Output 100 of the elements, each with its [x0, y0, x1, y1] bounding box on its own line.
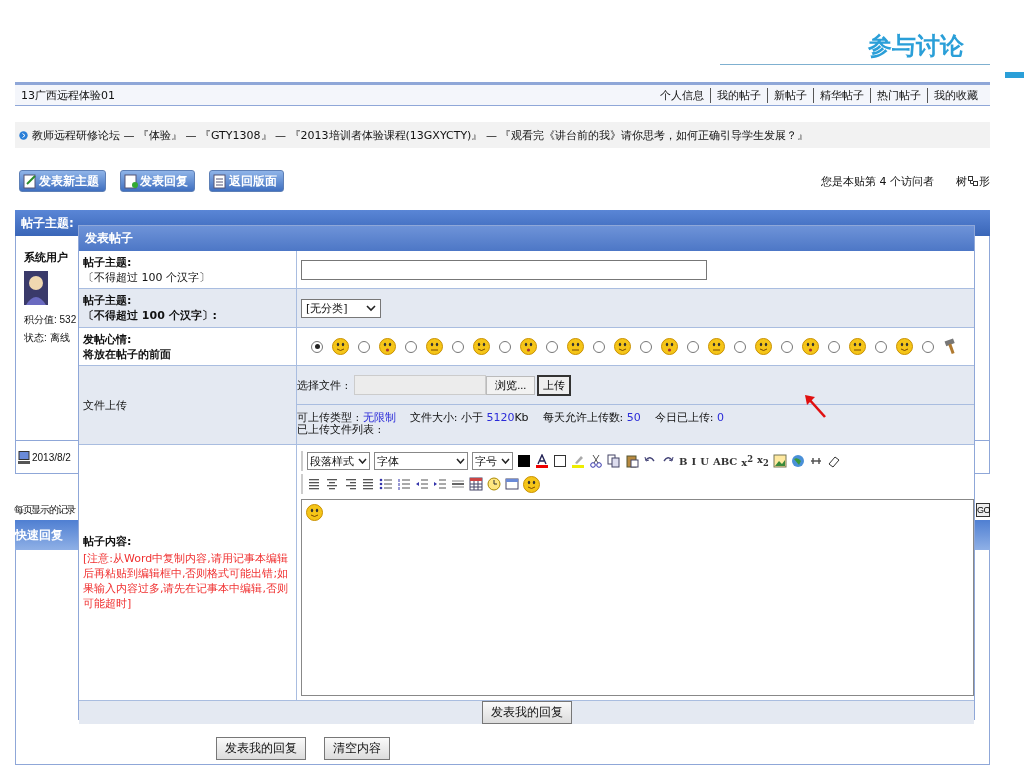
scissors-icon[interactable]	[589, 454, 603, 468]
format-button[interactable]: B	[679, 455, 688, 467]
view-mode-label: 树	[956, 173, 967, 189]
emoticon-icon	[567, 338, 584, 355]
upload-info: 每天允许上传数: 50	[542, 412, 641, 424]
dialog-title: 发表帖子	[85, 230, 133, 247]
emoticon-icon	[896, 338, 913, 355]
slide-decoration	[1005, 72, 1024, 78]
radio-button[interactable]	[499, 340, 511, 353]
file-label: 选择文件 :	[297, 377, 349, 393]
background-color-icon[interactable]	[553, 454, 567, 468]
horizontal-rule-icon[interactable]	[451, 477, 465, 491]
upload-button[interactable]: 上传	[537, 374, 572, 396]
format-button[interactable]: x$_{2}$	[757, 454, 769, 468]
document-icon	[124, 173, 138, 189]
radio-button[interactable]	[546, 340, 558, 353]
toolbar-select[interactable]: 字号	[472, 452, 513, 470]
bulleted-list-icon[interactable]	[379, 477, 393, 491]
nav-link[interactable]: 我的收藏	[927, 87, 984, 103]
color-swatch-icon[interactable]	[517, 454, 531, 468]
slide-title: 参与讨论	[868, 31, 964, 62]
reply-button[interactable]: 清空内容	[324, 737, 390, 760]
user-points: 积分值: 532	[24, 313, 77, 327]
radio-button[interactable]	[452, 340, 464, 353]
document-icon	[23, 173, 37, 189]
format-button[interactable]: I	[691, 455, 697, 467]
window-icon[interactable]	[505, 477, 519, 491]
author-name: 系统用户	[24, 250, 68, 265]
table-icon[interactable]	[469, 477, 483, 491]
view-mode-label: 形	[979, 173, 990, 189]
chevron-down-icon	[456, 458, 465, 464]
align-justify-icon[interactable]	[361, 477, 375, 491]
align-right-icon[interactable]	[343, 477, 357, 491]
emoticon-icon	[473, 338, 490, 355]
radio-button[interactable]	[922, 340, 934, 353]
subject-input[interactable]	[301, 259, 707, 280]
document-icon	[213, 173, 227, 189]
emoticon-icon	[520, 338, 537, 355]
emoticon-icon	[306, 504, 323, 521]
text-color-icon[interactable]	[535, 454, 549, 468]
copy-icon[interactable]	[607, 454, 621, 468]
emoticon-icon	[849, 338, 866, 355]
globe-icon[interactable]	[790, 454, 805, 468]
emoticon-icon	[379, 338, 396, 355]
radio-button[interactable]	[875, 340, 887, 353]
field-label: 帖子主题:	[83, 254, 133, 270]
paste-icon[interactable]	[625, 454, 639, 468]
emoticon-icon	[708, 338, 725, 355]
user-status: 状态: 离线	[24, 331, 70, 345]
upload-info: 今日已上传: 0	[654, 412, 724, 424]
upload-info: 文件大小: 小于 5120Kb	[409, 412, 529, 424]
chevron-down-icon	[358, 458, 367, 464]
field-hint: 将放在帖子的前面	[83, 346, 172, 362]
radio-button[interactable]	[358, 340, 370, 353]
clock-icon[interactable]	[487, 477, 501, 491]
toolbar-select[interactable]: 段落样式	[307, 452, 370, 470]
radio-button[interactable]	[405, 340, 417, 353]
emoticon-icon	[426, 338, 443, 355]
field-label: 文件上传	[83, 397, 128, 413]
field-hint: 〔不得超过 100 个汉字〕:	[83, 308, 219, 323]
radio-button[interactable]	[828, 340, 840, 353]
outdent-icon[interactable]	[415, 477, 429, 491]
browse-button[interactable]: 浏览...	[486, 375, 536, 395]
radio-button[interactable]	[687, 340, 699, 353]
emoticon-icon	[755, 338, 772, 355]
nav-link[interactable]: 精华帖子	[813, 87, 870, 103]
format-button[interactable]: U	[700, 455, 709, 467]
nav-link[interactable]: 新帖子	[767, 87, 813, 103]
indent-icon[interactable]	[433, 477, 447, 491]
eraser-icon[interactable]	[826, 454, 841, 468]
align-left-icon[interactable]	[307, 477, 321, 491]
radio-button[interactable]	[311, 340, 323, 353]
upload-info: 可上传类型 : 无限制	[297, 412, 396, 424]
format-button[interactable]: x$^{2}$	[741, 453, 753, 469]
emoticon-icon[interactable]	[523, 475, 540, 493]
submit-button[interactable]: 发表我的回复	[481, 701, 572, 724]
avatar-icon	[24, 271, 48, 305]
field-hint: 〔不得超过 100 个汉字〕	[83, 269, 211, 285]
radio-button[interactable]	[781, 340, 793, 353]
category-select[interactable]: [无分类]	[301, 298, 381, 318]
post-date: 2013/8/2	[32, 451, 71, 463]
reply-button[interactable]: 发表我的回复	[216, 737, 306, 760]
nav-link[interactable]: 热门帖子	[870, 87, 927, 103]
toolbar-select[interactable]: 字体	[374, 452, 468, 470]
align-center-icon[interactable]	[325, 477, 339, 491]
site-name: 13广西远程体验01	[21, 87, 115, 103]
emoticon-icon	[332, 338, 349, 355]
radio-button[interactable]	[593, 340, 605, 353]
chevron-down-icon	[501, 458, 510, 464]
bullet-icon	[19, 130, 28, 140]
image-icon[interactable]	[772, 454, 787, 468]
format-button[interactable]: ABC	[712, 455, 738, 467]
arrow-icon	[803, 393, 827, 419]
file-path-field[interactable]	[354, 375, 487, 395]
emoticon-icon	[661, 338, 678, 355]
nav-link[interactable]: 我的帖子	[710, 87, 767, 103]
quick-reply-title: 快速回复	[15, 526, 63, 544]
nav-link[interactable]: 个人信息	[654, 87, 710, 103]
radio-button[interactable]	[640, 340, 652, 353]
radio-button[interactable]	[734, 340, 746, 353]
